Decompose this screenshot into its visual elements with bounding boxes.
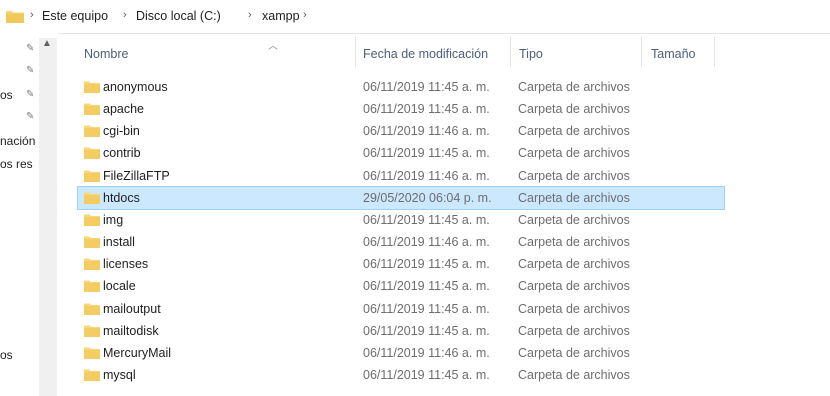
file-name[interactable]: htdocs <box>103 191 140 205</box>
file-row[interactable]: licenses 06/11/2019 11:45 a. m. Carpeta de… <box>78 253 724 275</box>
file-type: Carpeta de archivos <box>518 102 630 117</box>
folder-icon <box>84 303 100 315</box>
file-type: Carpeta de archivos <box>518 301 630 316</box>
file-type: Carpeta de archivos <box>518 367 630 382</box>
nav-scrollbar[interactable] <box>39 38 57 396</box>
file-name[interactable]: mysql <box>103 368 136 382</box>
sort-ascending-icon: ︿ <box>268 41 278 52</box>
file-name[interactable]: cgi-bin <box>103 124 140 138</box>
pin-icon[interactable]: ✎ <box>26 44 36 54</box>
folder-icon <box>84 103 100 116</box>
file-row[interactable]: mysql 06/11/2019 11:45 a. m. Carpeta de ar… <box>78 364 724 386</box>
file-date: 06/11/2019 11:46 a. m. <box>363 168 490 183</box>
file-date: 06/11/2019 11:45 a. m. <box>363 301 490 316</box>
chevron-right-icon[interactable]: › <box>303 9 307 21</box>
file-date: 06/11/2019 11:46 a. m. <box>363 345 490 360</box>
file-type: Carpeta de archivos <box>518 80 630 94</box>
chevron-right-icon: › <box>248 9 252 21</box>
column-divider[interactable] <box>714 37 715 67</box>
file-row[interactable]: FileZillaFTP 06/11/2019 11:46 a. m. Carpet… <box>78 165 724 187</box>
pin-icon[interactable]: ✎ <box>26 90 36 100</box>
file-date: 06/11/2019 11:45 a. m. <box>363 279 490 294</box>
file-row[interactable]: MercuryMail 06/11/2019 11:46 a. m. Carpeta… <box>78 342 724 364</box>
folder-icon <box>84 147 100 160</box>
folder-icon <box>84 170 100 182</box>
column-divider[interactable] <box>510 37 511 67</box>
file-row[interactable]: anonymous 06/11/2019 11:45 a. m. Carpeta d… <box>78 76 724 98</box>
file-name[interactable]: contrib <box>103 146 141 160</box>
column-header: ︿ Nombre Fecha de modificación Tipo Tama… <box>58 33 830 71</box>
file-date: 06/11/2019 11:45 a. m. <box>363 367 490 382</box>
file-type: Carpeta de archivos <box>518 190 630 205</box>
file-name[interactable]: anonymous <box>103 80 168 94</box>
file-type: Carpeta de archivos <box>518 257 630 272</box>
folder-icon <box>84 347 100 359</box>
folder-icon <box>84 258 100 271</box>
nav-item[interactable]: os <box>0 348 13 362</box>
file-row[interactable]: contrib 06/11/2019 11:45 a. m. Carpeta de … <box>78 142 724 164</box>
file-type: Carpeta de archivos <box>518 146 630 161</box>
file-row[interactable]: mailtodisk 06/11/2019 11:45 a. m. Carpeta … <box>78 320 724 342</box>
column-header-date[interactable]: Fecha de modificación <box>363 47 488 61</box>
file-name[interactable]: mailtodisk <box>103 324 159 338</box>
file-date: 06/11/2019 11:45 a. m. <box>363 257 490 272</box>
file-name[interactable]: licenses <box>103 257 148 271</box>
column-divider[interactable] <box>355 37 356 67</box>
chevron-right-icon: › <box>123 9 127 21</box>
file-row[interactable]: img 06/11/2019 11:45 a. m. Carpeta de arch… <box>78 209 724 231</box>
file-date: 06/11/2019 11:45 a. m. <box>363 212 490 227</box>
file-date: 06/11/2019 11:45 a. m. <box>363 102 490 117</box>
file-name[interactable]: apache <box>103 102 144 116</box>
file-date: 06/11/2019 11:45 a. m. <box>363 146 490 161</box>
scroll-up-icon[interactable]: ▲ <box>42 38 52 49</box>
file-date: 06/11/2019 11:45 a. m. <box>363 323 490 338</box>
file-type: Carpeta de archivos <box>518 323 630 338</box>
file-type: Carpeta de archivos <box>518 124 630 139</box>
nav-item[interactable]: os <box>0 88 13 102</box>
column-header-type[interactable]: Tipo <box>519 47 543 61</box>
address-bar[interactable]: › Este equipo › Disco local (C:) › xampp… <box>0 0 830 34</box>
folder-icon <box>84 236 100 249</box>
breadcrumb-item-xampp[interactable]: xampp <box>262 9 300 23</box>
folder-icon <box>84 214 100 226</box>
file-date: 06/11/2019 11:46 a. m. <box>363 235 490 250</box>
file-row[interactable]: locale 06/11/2019 11:45 a. m. Carpeta de a… <box>78 275 724 297</box>
chevron-right-icon: › <box>30 9 34 21</box>
folder-icon <box>6 11 24 23</box>
file-type: Carpeta de archivos <box>518 345 630 360</box>
file-row[interactable]: htdocs 29/05/2020 06:04 p. m. Carpeta de a… <box>77 185 725 210</box>
file-name[interactable]: img <box>103 213 123 227</box>
file-date: 06/11/2019 11:46 a. m. <box>363 124 490 139</box>
breadcrumb-item-disco-local[interactable]: Disco local (C:) <box>136 9 221 23</box>
file-row[interactable]: cgi-bin 06/11/2019 11:46 a. m. Carpeta de … <box>78 120 724 142</box>
pin-icon[interactable]: ✎ <box>26 66 36 76</box>
folder-icon <box>84 369 100 381</box>
file-type: Carpeta de archivos <box>518 279 630 294</box>
file-type: Carpeta de archivos <box>518 235 630 250</box>
folder-icon <box>84 192 100 204</box>
nav-item[interactable]: nación <box>0 134 35 148</box>
file-date: 06/11/2019 11:45 a. m. <box>363 80 490 94</box>
nav-item[interactable]: os res <box>0 157 33 171</box>
file-row[interactable]: apache 06/11/2019 11:45 a. m. Carpeta de a… <box>78 98 724 120</box>
file-name[interactable]: FileZillaFTP <box>103 169 170 183</box>
column-header-size[interactable]: Tamaño <box>651 47 695 61</box>
folder-icon <box>84 81 100 93</box>
file-row[interactable]: install 06/11/2019 11:46 a. m. Carpeta de … <box>78 231 724 253</box>
file-name[interactable]: MercuryMail <box>103 346 171 360</box>
file-type: Carpeta de archivos <box>518 168 630 183</box>
folder-icon <box>84 125 100 138</box>
file-type: Carpeta de archivos <box>518 212 630 227</box>
pin-icon[interactable]: ✎ <box>26 112 36 122</box>
file-name[interactable]: install <box>103 235 135 249</box>
file-name[interactable]: mailoutput <box>103 302 161 316</box>
folder-icon <box>84 280 100 293</box>
file-date: 29/05/2020 06:04 p. m. <box>363 190 492 205</box>
file-row[interactable]: mailoutput 06/11/2019 11:45 a. m. Carpeta … <box>78 298 724 320</box>
file-name[interactable]: locale <box>103 279 136 293</box>
breadcrumb-item-este-equipo[interactable]: Este equipo <box>42 9 108 23</box>
column-header-name[interactable]: Nombre <box>84 47 128 61</box>
folder-icon <box>84 325 100 337</box>
column-divider[interactable] <box>641 37 642 67</box>
